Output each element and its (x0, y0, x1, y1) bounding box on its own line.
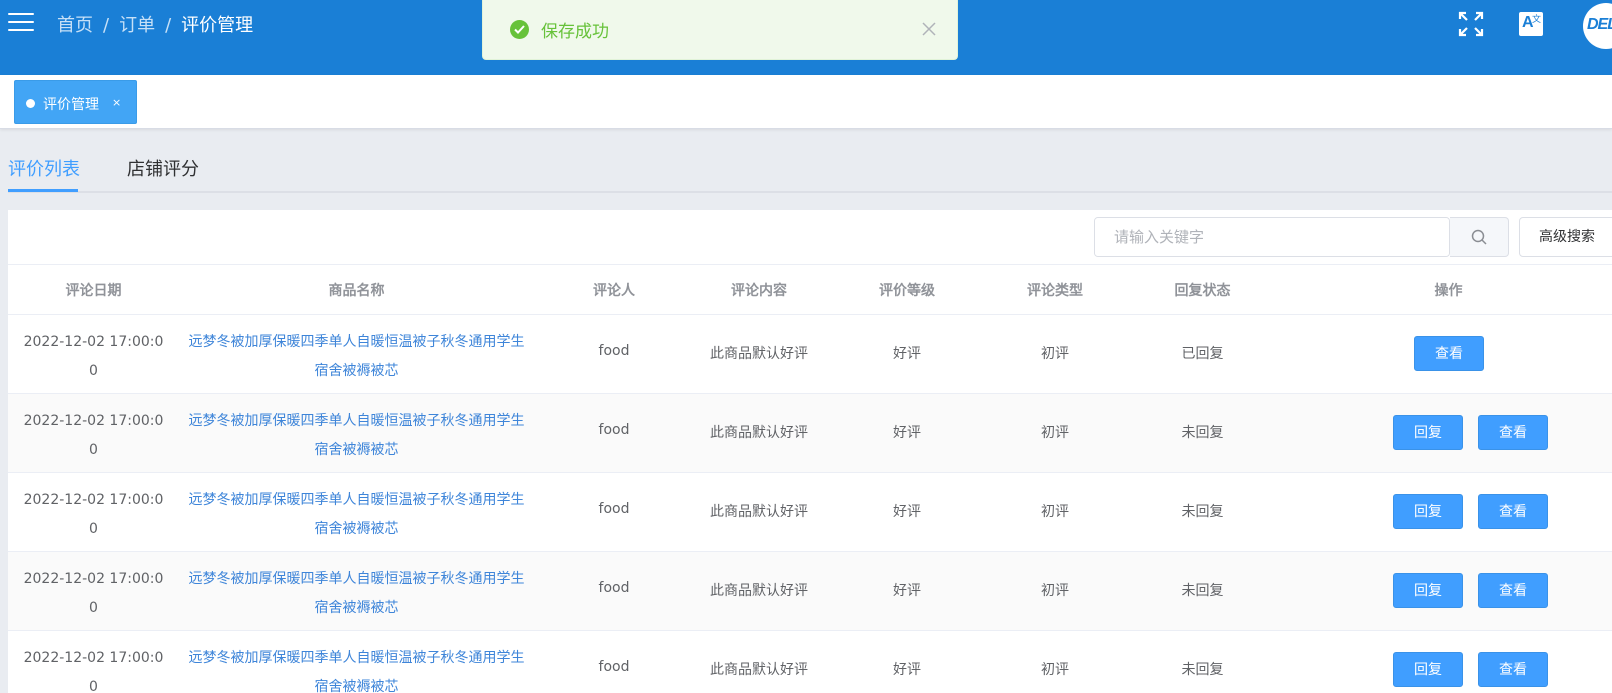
review-type: 初评 (1041, 662, 1069, 678)
menu-icon[interactable] (8, 13, 34, 33)
search-icon (1471, 229, 1487, 245)
reviewer: food (598, 422, 630, 438)
col-rating: 评价等级 (879, 283, 935, 299)
rating: 好评 (893, 662, 921, 678)
review-content: 此商品默认好评 (710, 583, 808, 599)
review-content: 此商品默认好评 (710, 504, 808, 520)
breadcrumb: 首页 / 订单 / 评价管理 (57, 11, 253, 37)
view-button[interactable]: 查看 (1478, 652, 1548, 687)
view-button[interactable]: 查看 (1414, 336, 1484, 371)
review-content: 此商品默认好评 (710, 346, 808, 362)
table-header: 评论日期 商品名称 评论人 评论内容 评价等级 评论类型 回复状态 操作 (8, 264, 1612, 315)
product-name-link[interactable]: 远梦冬被加厚保暖四季单人自暖恒温被子秋冬通用学生宿舍被褥被芯 (179, 407, 534, 465)
rating: 好评 (893, 583, 921, 599)
review-type: 初评 (1041, 583, 1069, 599)
rating: 好评 (893, 504, 921, 520)
table-row: 2022-12-02 17:00:00 远梦冬被加厚保暖四季单人自暖恒温被子秋冬… (8, 315, 1612, 394)
col-product-name: 商品名称 (328, 283, 385, 299)
review-type: 初评 (1041, 346, 1069, 362)
review-date: 2022-12-02 17:00:00 (23, 650, 164, 693)
reviewer: food (598, 580, 630, 596)
reply-button[interactable]: 回复 (1393, 652, 1463, 687)
review-date: 2022-12-02 17:00:00 (23, 413, 164, 458)
translate-sup: 文 (1532, 15, 1542, 25)
search-button[interactable] (1450, 217, 1509, 257)
table-row: 2022-12-02 17:00:00 远梦冬被加厚保暖四季单人自暖恒温被子秋冬… (8, 394, 1612, 473)
rating: 好评 (893, 425, 921, 441)
product-name-link[interactable]: 远梦冬被加厚保暖四季单人自暖恒温被子秋冬通用学生宿舍被褥被芯 (179, 486, 534, 544)
tab-store-rating[interactable]: 店铺评分 (127, 155, 199, 181)
table-row: 2022-12-02 17:00:00 远梦冬被加厚保暖四季单人自暖恒温被子秋冬… (8, 473, 1612, 552)
review-date: 2022-12-02 17:00:00 (23, 334, 164, 379)
success-toast: 保存成功 (482, 0, 958, 60)
col-reply-status: 回复状态 (1174, 283, 1231, 299)
review-date: 2022-12-02 17:00:00 (23, 492, 164, 537)
review-content: 此商品默认好评 (710, 425, 808, 441)
active-dot-icon (26, 99, 35, 108)
table-row: 2022-12-02 17:00:00 远梦冬被加厚保暖四季单人自暖恒温被子秋冬… (8, 552, 1612, 631)
view-button[interactable]: 查看 (1478, 415, 1548, 450)
review-type: 初评 (1041, 425, 1069, 441)
reply-button[interactable]: 回复 (1393, 494, 1463, 529)
table-row: 2022-12-02 17:00:00 远梦冬被加厚保暖四季单人自暖恒温被子秋冬… (8, 631, 1612, 693)
reply-status: 未回复 (1181, 583, 1224, 599)
view-button[interactable]: 查看 (1478, 494, 1548, 529)
search-input[interactable] (1095, 218, 1449, 256)
product-name-link[interactable]: 远梦冬被加厚保暖四季单人自暖恒温被子秋冬通用学生宿舍被褥被芯 (179, 328, 534, 386)
review-date: 2022-12-02 17:00:00 (23, 571, 164, 616)
tag-label: 评价管理 (43, 97, 99, 113)
tag-close-icon[interactable]: × (112, 96, 121, 109)
review-type: 初评 (1041, 504, 1069, 520)
reply-status: 已回复 (1181, 346, 1224, 362)
reviewer: food (598, 501, 630, 517)
col-actions: 操作 (1434, 283, 1463, 299)
breadcrumb-separator: / (165, 15, 172, 36)
col-review-content: 评论内容 (731, 283, 787, 299)
search-box (1094, 217, 1450, 257)
breadcrumb-separator: / (103, 15, 110, 36)
product-name-link[interactable]: 远梦冬被加厚保暖四季单人自暖恒温被子秋冬通用学生宿舍被褥被芯 (179, 565, 534, 623)
reviewer: food (598, 659, 630, 675)
tag-review-management[interactable]: 评价管理 × (14, 80, 137, 124)
view-button[interactable]: 查看 (1478, 573, 1548, 608)
tab-active-indicator (8, 189, 78, 192)
tabs-divider (8, 191, 1612, 193)
close-icon[interactable] (919, 19, 939, 39)
reviewer: food (598, 343, 630, 359)
tabs: 评价列表 店铺评分 (0, 130, 1612, 193)
col-review-type: 评论类型 (1027, 283, 1083, 299)
review-panel: 高级搜索 评论日期 商品名称 评论人 评论内容 评价等级 评论类型 回复状态 操… (8, 210, 1612, 693)
review-content: 此商品默认好评 (710, 662, 808, 678)
translate-icon[interactable]: A 文 (1519, 12, 1543, 36)
reply-button[interactable]: 回复 (1393, 415, 1463, 450)
breadcrumb-home[interactable]: 首页 (57, 15, 93, 36)
breadcrumb-current: 评价管理 (181, 15, 254, 36)
breadcrumb-orders[interactable]: 订单 (119, 15, 155, 36)
reply-button[interactable]: 回复 (1393, 573, 1463, 608)
product-name-link[interactable]: 远梦冬被加厚保暖四季单人自暖恒温被子秋冬通用学生宿舍被褥被芯 (179, 644, 534, 693)
avatar[interactable]: DELL (1583, 3, 1612, 49)
advanced-search-button[interactable]: 高级搜索 (1519, 217, 1612, 257)
reply-status: 未回复 (1181, 504, 1224, 520)
toast-message: 保存成功 (541, 22, 609, 42)
col-review-date: 评论日期 (65, 283, 122, 299)
tags-view-bar: 评价管理 × (0, 75, 1612, 129)
reply-status: 未回复 (1181, 425, 1224, 441)
reply-status: 未回复 (1181, 662, 1224, 678)
check-circle-icon (510, 20, 529, 39)
tab-review-list[interactable]: 评价列表 (8, 155, 80, 181)
fullscreen-icon[interactable] (1458, 11, 1484, 37)
col-reviewer: 评论人 (593, 283, 635, 299)
avatar-text: DELL (1587, 16, 1612, 33)
rating: 好评 (893, 346, 921, 362)
